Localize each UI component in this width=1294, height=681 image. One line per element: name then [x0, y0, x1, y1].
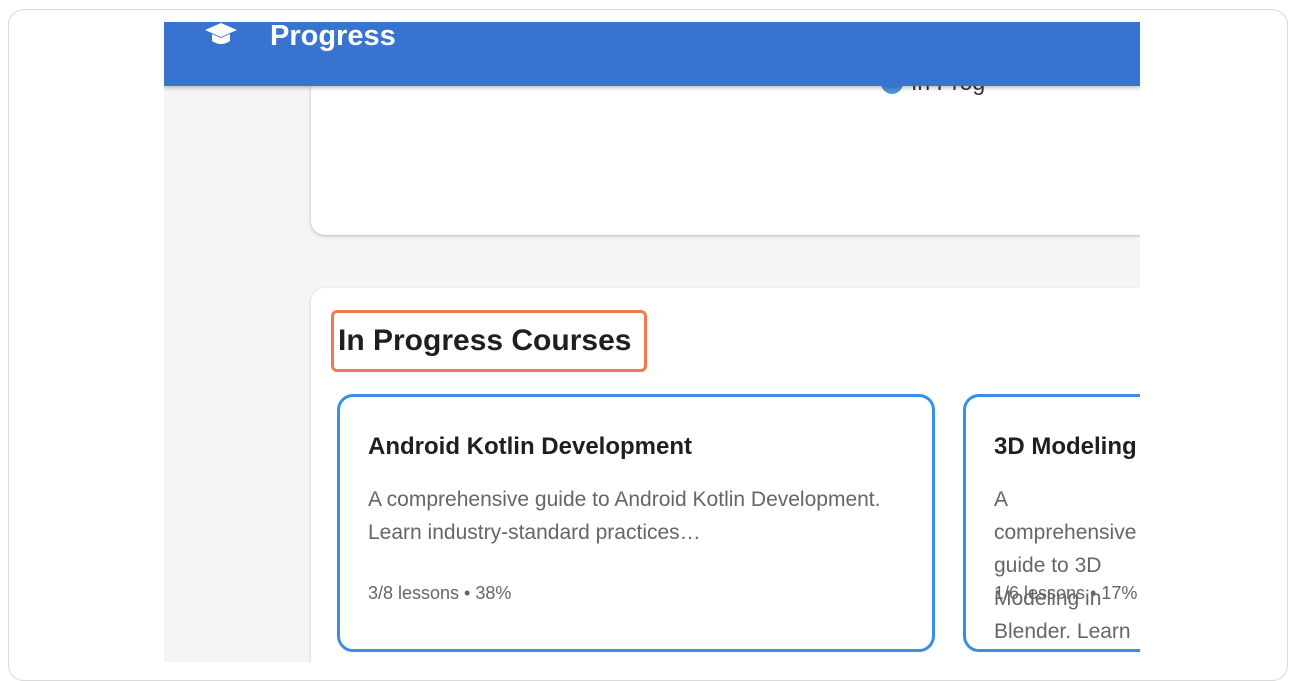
section-title-in-progress-courses: In Progress Courses	[331, 310, 647, 372]
course-title: Android Kotlin Development	[368, 433, 692, 460]
course-description: A comprehensive guide to Android Kotlin …	[368, 488, 881, 544]
page-title: Progress	[270, 22, 396, 52]
course-description: A comprehensive guide to 3D Modeling in …	[994, 488, 1137, 643]
course-progress-meta: 3/8 lessons • 38%	[368, 583, 512, 603]
app-viewport: Progress In Prog In Progress Courses And…	[164, 22, 1140, 662]
course-card-3d-modeling[interactable]: 3D Modeling A comprehensive guide to 3D …	[963, 394, 1140, 652]
course-card-android-kotlin[interactable]: Android Kotlin Development A comprehensi…	[337, 394, 935, 652]
in-progress-courses-card: In Progress Courses Android Kotlin Devel…	[311, 288, 1140, 662]
course-progress-meta: 1/6 lessons • 17%	[994, 583, 1138, 603]
graduation-cap-icon	[205, 23, 237, 44]
progress-chart-card	[311, 62, 1140, 235]
course-title: 3D Modeling	[994, 433, 1137, 460]
app-bar: Progress	[164, 22, 1140, 86]
screenshot-frame: Progress In Prog In Progress Courses And…	[8, 9, 1288, 681]
